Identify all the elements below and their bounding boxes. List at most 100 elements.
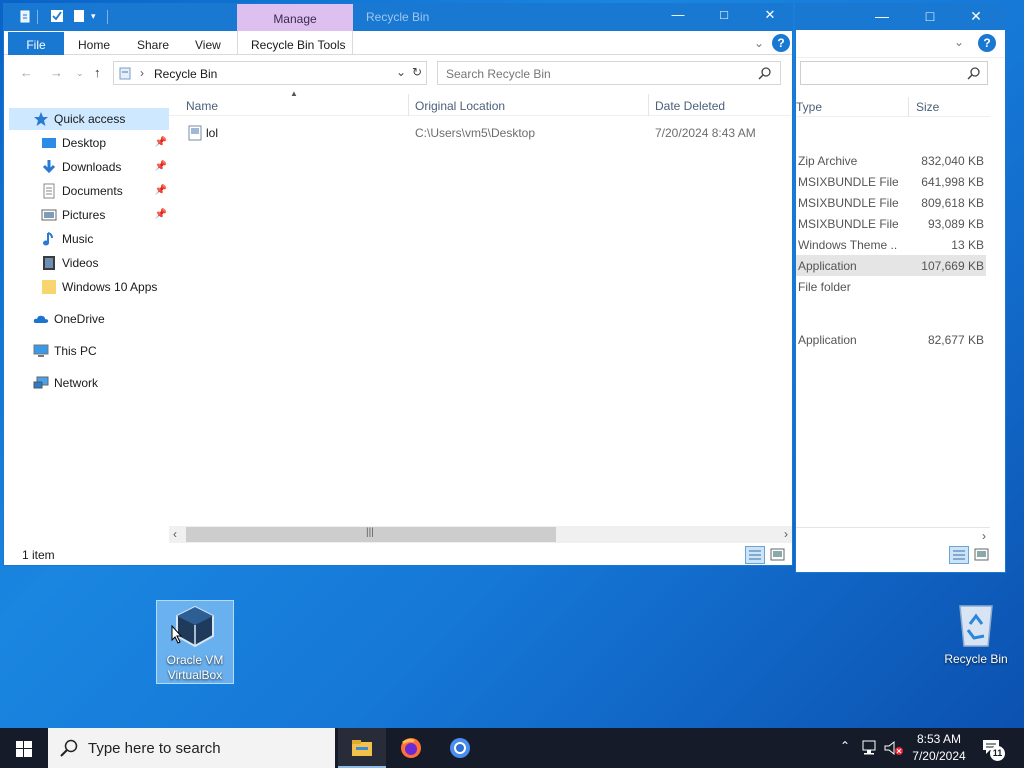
sidebar-item-onedrive[interactable]: OneDrive — [9, 308, 169, 330]
list-item[interactable]: Application 107,669 KB — [796, 255, 986, 276]
file-row[interactable]: lol C:\Users\vm5\Desktop 7/20/2024 8:43 … — [169, 122, 791, 144]
large-icons-view-icon[interactable] — [974, 547, 990, 563]
scroll-left-icon[interactable]: ‹ — [173, 527, 177, 541]
column-header-type[interactable]: Type — [796, 100, 822, 114]
sidebar-item-this-pc[interactable]: This PC — [9, 340, 169, 362]
sidebar-item-music[interactable]: Music — [9, 228, 169, 250]
tab-view[interactable]: View — [195, 38, 221, 52]
minimize-icon[interactable]: — — [868, 8, 896, 24]
pin-icon[interactable]: 📌 — [155, 161, 167, 172]
file-type: MSIXBUNDLE File — [798, 175, 898, 189]
show-hidden-icons-icon[interactable]: ⌃ — [840, 739, 850, 753]
back-icon[interactable]: ← — [20, 65, 33, 80]
sidebar-item-downloads[interactable]: Downloads 📌 — [9, 156, 169, 178]
file-size: 832,040 KB — [921, 154, 984, 168]
scrollbar-thumb[interactable]: ||| — [186, 527, 556, 542]
recent-locations-icon[interactable]: ⌄ — [76, 68, 84, 79]
pin-icon[interactable]: 📌 — [155, 137, 167, 148]
expand-ribbon-icon[interactable]: ⌄ — [754, 36, 764, 50]
forward-icon[interactable]: → — [50, 65, 63, 80]
large-icons-view-icon[interactable] — [770, 547, 786, 563]
up-icon[interactable]: ↑ — [94, 65, 101, 80]
desktop-icon-virtualbox[interactable]: Oracle VM VirtualBox — [156, 600, 234, 684]
address-dropdown-icon[interactable]: ⌄ — [396, 65, 406, 79]
list-item[interactable]: MSIXBUNDLE File 93,089 KB — [796, 213, 986, 234]
file-size: 107,669 KB — [921, 259, 984, 273]
list-item[interactable]: MSIXBUNDLE File 809,618 KB — [796, 192, 986, 213]
list-item[interactable]: Windows Theme ... 13 KB — [796, 234, 986, 255]
sidebar-item-documents[interactable]: Documents 📌 — [9, 180, 169, 202]
firefox-icon — [401, 738, 421, 758]
sidebar-item-network[interactable]: Network — [9, 372, 169, 394]
sidebar-item-desktop[interactable]: Desktop 📌 — [9, 132, 169, 154]
recycle-bin-window[interactable]: ▾ Manage Recycle Bin — □ ✕ File Home Sha… — [3, 3, 793, 566]
file-size: 13 KB — [951, 238, 984, 252]
maximize-icon[interactable]: □ — [704, 7, 744, 27]
column-divider[interactable] — [408, 94, 409, 116]
window-title: Recycle Bin — [366, 10, 430, 24]
background-explorer-window[interactable]: — □ ✕ ⌄ ? Type Size Zip Archive 832,040 K… — [795, 3, 1006, 573]
horizontal-scrollbar[interactable]: ‹ ||| › — [169, 526, 792, 543]
tab-file[interactable]: File — [8, 32, 64, 55]
column-divider[interactable] — [648, 94, 649, 116]
refresh-icon[interactable]: ↻ — [412, 65, 422, 79]
address-bar[interactable]: › Recycle Bin ⌄ ↻ — [113, 61, 427, 85]
list-item[interactable]: MSIXBUNDLE File 641,998 KB — [796, 171, 986, 192]
sidebar-item-pictures[interactable]: Pictures 📌 — [9, 204, 169, 226]
scroll-right-icon[interactable]: › — [784, 527, 788, 541]
background-search-box[interactable] — [800, 61, 988, 85]
pin-icon[interactable]: 📌 — [155, 209, 167, 220]
column-header-name[interactable]: Name — [186, 99, 218, 113]
desktop-icon-recycle-bin[interactable]: Recycle Bin — [936, 600, 1016, 672]
breadcrumb-separator-icon: › — [140, 66, 144, 80]
sidebar-item-windows-10-apps[interactable]: Windows 10 Apps — [9, 276, 169, 298]
list-item[interactable]: File folder — [796, 276, 986, 297]
file-type: MSIXBUNDLE File — [798, 196, 898, 210]
details-view-icon[interactable] — [949, 546, 969, 564]
sidebar-item-label: This PC — [54, 344, 97, 358]
pin-icon[interactable]: 📌 — [155, 185, 167, 196]
sidebar-item-videos[interactable]: Videos — [9, 252, 169, 274]
titlebar[interactable]: ▾ Manage Recycle Bin — □ ✕ — [4, 4, 792, 31]
horizontal-scrollbar[interactable]: › — [796, 527, 990, 544]
file-icon — [188, 125, 202, 141]
file-size: 641,998 KB — [921, 175, 984, 189]
chromium-taskbar-button[interactable] — [436, 728, 484, 768]
background-titlebar[interactable]: — □ ✕ — [796, 4, 1005, 30]
search-input[interactable]: Search Recycle Bin — [437, 61, 781, 85]
firefox-taskbar-button[interactable] — [387, 728, 435, 768]
notification-center-button[interactable]: 11 — [980, 736, 1008, 762]
properties-icon[interactable] — [50, 9, 64, 23]
file-explorer-taskbar-button[interactable] — [338, 728, 386, 768]
scroll-right-icon[interactable]: › — [982, 529, 986, 543]
file-type: Windows Theme ... — [798, 238, 898, 252]
sidebar-item-quick-access[interactable]: Quick access — [9, 108, 169, 130]
tab-home[interactable]: Home — [78, 38, 110, 52]
network-status-icon[interactable] — [862, 740, 880, 756]
maximize-icon[interactable]: □ — [916, 8, 944, 24]
close-icon[interactable]: ✕ — [962, 8, 990, 25]
search-icon — [60, 739, 78, 757]
help-icon[interactable]: ? — [978, 34, 996, 52]
list-item[interactable]: Application 82,677 KB — [796, 329, 986, 350]
details-view-icon[interactable] — [745, 546, 765, 564]
customize-toolbar-icon[interactable]: ▾ — [91, 11, 96, 22]
close-icon[interactable]: ✕ — [750, 7, 790, 27]
minimize-icon[interactable]: — — [658, 7, 698, 27]
column-header-size[interactable]: Size — [916, 100, 939, 114]
mouse-pointer-icon — [171, 625, 183, 644]
tab-recycle-bin-tools[interactable]: Recycle Bin Tools — [237, 31, 353, 55]
windows-start-icon[interactable] — [16, 741, 32, 757]
column-header-date-deleted[interactable]: Date Deleted — [655, 99, 725, 113]
column-divider[interactable] — [908, 97, 909, 117]
help-icon[interactable]: ? — [772, 34, 790, 52]
taskbar-search-input[interactable]: Type here to search — [48, 728, 335, 768]
chevron-down-icon[interactable]: ⌄ — [954, 35, 964, 49]
tab-share[interactable]: Share — [137, 38, 169, 52]
list-item[interactable]: Zip Archive 832,040 KB — [796, 150, 986, 171]
column-header-original-location[interactable]: Original Location — [415, 99, 505, 113]
system-clock[interactable]: 8:53 AM 7/20/2024 — [900, 731, 978, 765]
new-folder-icon[interactable] — [72, 9, 86, 23]
tab-manage[interactable]: Manage — [237, 4, 353, 31]
breadcrumb[interactable]: Recycle Bin — [154, 67, 217, 81]
